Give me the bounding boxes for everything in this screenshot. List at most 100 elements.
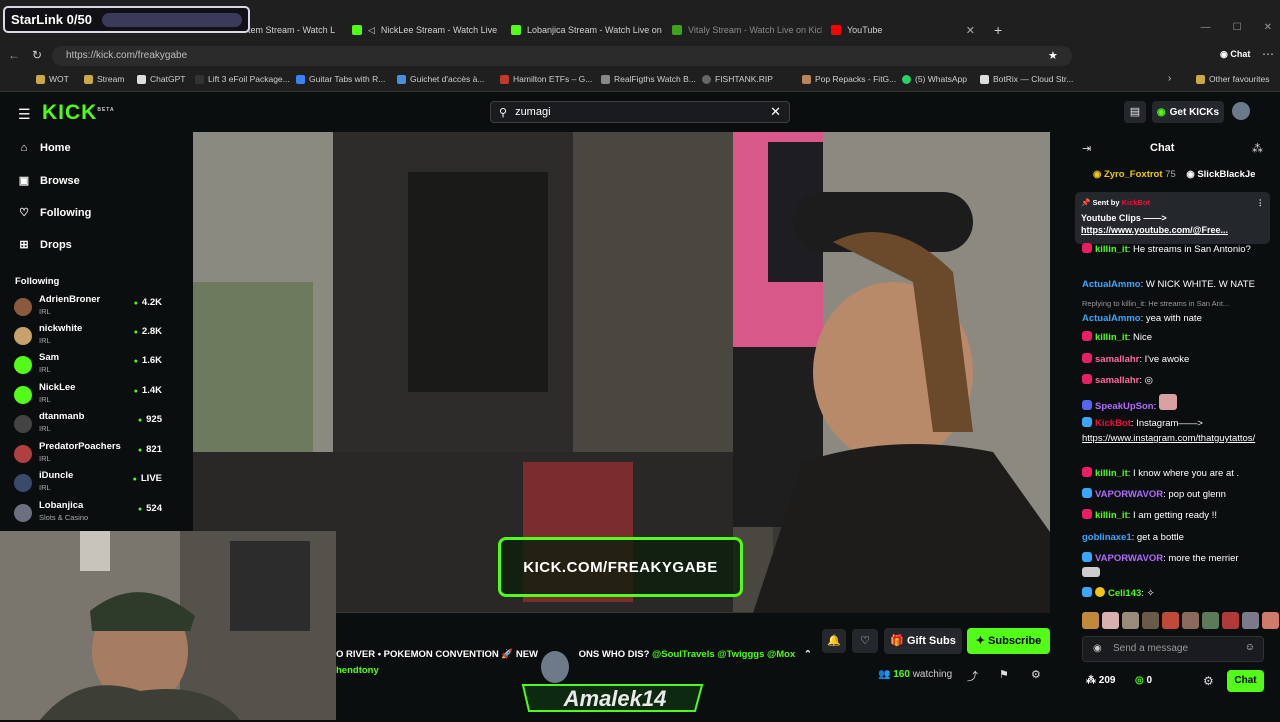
followed-channel[interactable]: Lobanjica Slots & Casino 524	[14, 500, 164, 528]
subscribe-button[interactable]: ✦ Subscribe	[967, 628, 1050, 654]
globe-icon	[702, 74, 711, 84]
emote-icon[interactable]	[1102, 612, 1119, 629]
chat-message-input[interactable]: ◉ Send a message ☺	[1082, 636, 1264, 662]
chat-username[interactable]: KickBot	[1095, 418, 1131, 429]
pinned-more-icon[interactable]: ⋮	[1257, 198, 1265, 207]
pinned-link[interactable]: https://www.youtube.com/@Free...	[1081, 225, 1264, 235]
emote-icon[interactable]	[1202, 612, 1219, 629]
browser-tab[interactable]: Lobanjica Stream - Watch Live on✕	[503, 18, 663, 42]
bookmark[interactable]: FISHTANK.RIP	[702, 74, 773, 84]
bookmark[interactable]: Pop Repacks - FitG...	[802, 74, 896, 84]
emote-icon[interactable]	[1162, 612, 1179, 629]
pinned-message[interactable]: 📌 Sent by KickBot ⋮ Youtube Clips ——> htt…	[1075, 192, 1270, 244]
chat-username[interactable]: killin_it	[1095, 244, 1128, 255]
hamburger-menu-icon[interactable]: ☰	[18, 106, 31, 123]
sub-badge-icon	[1082, 488, 1092, 498]
followed-channel[interactable]: dtanmanb IRL 925	[14, 411, 164, 439]
user-avatar[interactable]	[1232, 102, 1250, 120]
chat-username[interactable]: killin_it	[1095, 332, 1128, 343]
kick-logo[interactable]: KICKBETA	[42, 101, 115, 125]
gift-subs-button[interactable]: 🎁 Gift Subs	[884, 628, 962, 654]
followed-channel[interactable]: PredatorPoachers IRL 821	[14, 441, 164, 469]
chat-username[interactable]: killin_it	[1095, 468, 1128, 479]
chat-username[interactable]: ActualAmmo	[1082, 313, 1141, 324]
chat-users-icon[interactable]: ⁂	[1252, 142, 1263, 155]
bookmark[interactable]: Guitar Tabs with R...	[296, 74, 385, 84]
clear-search-icon[interactable]: ✕	[770, 104, 781, 120]
chat-username[interactable]: goblinaxe1	[1082, 532, 1132, 543]
settings-slider-icon[interactable]: ⚙	[1031, 668, 1041, 681]
browser-tab[interactable]: tem Stream - Watch L✕	[240, 18, 340, 42]
emote-icon[interactable]	[1182, 612, 1199, 629]
bookmark[interactable]: RealFigths Watch B...	[601, 74, 696, 84]
emote-icon[interactable]	[1262, 612, 1279, 629]
report-icon[interactable]: ⚑	[999, 668, 1009, 681]
chat-username[interactable]: samallahr	[1095, 354, 1139, 365]
viewer-count: LIVE	[133, 473, 162, 484]
url-field[interactable]: https://kick.com/freakygabe	[52, 46, 1072, 66]
chat-link[interactable]: https://www.instagram.com/thatguytattos/	[1082, 433, 1255, 444]
nav-browse[interactable]: ▣ Browse	[18, 174, 80, 188]
emote-icon[interactable]	[1142, 612, 1159, 629]
chat-username[interactable]: VAPORWAVOR	[1095, 553, 1163, 564]
bookmark[interactable]: WOT	[36, 74, 69, 84]
emoji-icon[interactable]: ☺	[1245, 642, 1255, 653]
bookmark[interactable]: (5) WhatsApp	[902, 74, 967, 84]
chat-send-button[interactable]: Chat	[1227, 670, 1264, 692]
amalek-logo: Amalek14	[515, 645, 710, 717]
followed-channel[interactable]: AdrienBroner IRL 4.2K	[14, 294, 164, 322]
followed-channel[interactable]: Sam IRL 1.6K	[14, 352, 164, 380]
bookmark[interactable]: ChatGPT	[137, 74, 185, 84]
avatar	[14, 504, 32, 522]
followed-channel[interactable]: NickLee IRL 1.4K	[14, 382, 164, 410]
share-icon[interactable]: ⤴	[967, 668, 978, 684]
notification-bell-button[interactable]: 🔔	[822, 629, 846, 653]
bookmark[interactable]: BotRix — Cloud Str...	[980, 74, 1073, 84]
browser-tab-youtube[interactable]: YouTube ✕	[823, 18, 983, 42]
nav-label: Home	[40, 142, 71, 154]
close-tab-icon[interactable]: ✕	[966, 24, 975, 37]
favorite-star-icon[interactable]: ★	[1048, 49, 1058, 62]
minimize-icon[interactable]: —	[1201, 22, 1211, 33]
bookmark[interactable]: Guichet d'accès à...	[397, 74, 484, 84]
browser-tab[interactable]: ◁NickLee Stream - Watch Live✕	[344, 18, 501, 42]
bookmark[interactable]: Lift 3 eFoil Package...	[195, 74, 290, 84]
chat-username[interactable]: samallahr	[1095, 375, 1139, 386]
emote-icon[interactable]	[1242, 612, 1259, 629]
followed-channel[interactable]: nickwhite IRL 2.8K	[14, 323, 164, 351]
nav-drops[interactable]: ⊞ Drops	[18, 238, 71, 252]
chat-settings-icon[interactable]: ⚙	[1203, 674, 1214, 688]
chat-username[interactable]: Celi143	[1108, 588, 1141, 599]
more-icon[interactable]: ⋯	[1262, 47, 1274, 61]
rocket-icon: 🚀	[501, 649, 514, 660]
get-kicks-button[interactable]: ◉ Get KICKs	[1152, 101, 1224, 123]
chat-username[interactable]: ActualAmmo	[1082, 279, 1141, 290]
bookmark[interactable]: Stream	[84, 74, 124, 84]
emote-icon[interactable]	[1082, 612, 1099, 629]
back-icon[interactable]: ←	[8, 48, 20, 62]
follow-button[interactable]: ♡	[852, 629, 878, 653]
chevron-right-icon[interactable]: ›	[1168, 73, 1171, 84]
other-favourites[interactable]: Other favourites	[1196, 74, 1269, 84]
chat-username[interactable]: killin_it	[1095, 510, 1128, 521]
get-kicks-label: Get KICKs	[1169, 106, 1220, 118]
library-icon[interactable]: ▤	[1124, 101, 1146, 123]
followed-channel[interactable]: iDuncle IRL LIVE	[14, 470, 164, 498]
refresh-icon[interactable]: ↻	[32, 48, 42, 62]
close-window-icon[interactable]: ✕	[1264, 22, 1272, 33]
maximize-icon[interactable]: ☐	[1233, 22, 1242, 33]
copilot-chat-button[interactable]: ◉ Chat	[1220, 49, 1250, 60]
search-input[interactable]: ⚲ zumagi ✕	[490, 101, 790, 123]
chat-username[interactable]: SpeakUpSon	[1095, 401, 1154, 412]
chat-username[interactable]: VAPORWAVOR	[1095, 489, 1163, 500]
browser-tab[interactable]: Vitaly Stream - Watch Live on Kick✕	[664, 18, 822, 42]
collapse-chat-icon[interactable]: ⇥	[1082, 142, 1091, 155]
bookmark[interactable]: Hamilton ETFs – G...	[500, 74, 592, 84]
chat-text: :	[1153, 401, 1157, 412]
emote-icon[interactable]	[1222, 612, 1239, 629]
nav-following[interactable]: ♡ Following	[18, 206, 91, 220]
new-tab-button[interactable]: +	[986, 18, 1006, 42]
nav-home[interactable]: ⌂ Home	[18, 142, 71, 154]
chevron-up-icon[interactable]: ⌃	[804, 649, 812, 660]
emote-icon[interactable]	[1122, 612, 1139, 629]
